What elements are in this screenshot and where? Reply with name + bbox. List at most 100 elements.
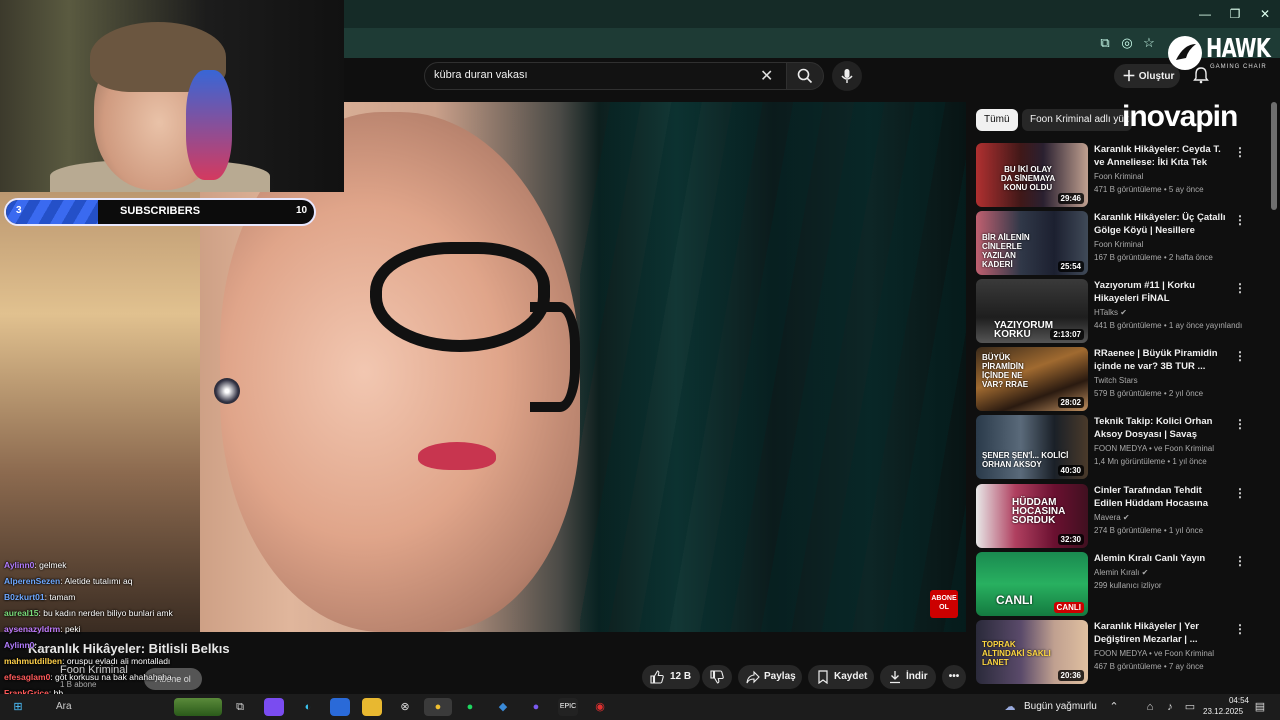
channel-name: Alemin Kıralı: [1094, 568, 1140, 577]
search-button[interactable]: [786, 62, 824, 90]
clear-search-icon[interactable]: ✕: [760, 66, 773, 86]
more-options-icon[interactable]: ⋮: [1234, 554, 1246, 568]
more-options-icon[interactable]: ⋮: [1234, 281, 1246, 295]
chat-username: efesaglam0: [4, 672, 51, 682]
chat-username: Aylinn0: [4, 560, 35, 570]
start-button[interactable]: ⊞: [8, 698, 28, 716]
volume-icon[interactable]: ♪: [1160, 698, 1180, 716]
recommendation-item[interactable]: BU İKİ OLAY DA SİNEMAYA KONU OLDU 29:46 …: [976, 143, 1266, 207]
more-icon: •••: [948, 671, 960, 682]
chat-username: Aylinn0: [4, 640, 35, 650]
abone-ol-watermark[interactable]: ABONE OL: [930, 590, 958, 618]
thumbs-up-icon: [650, 670, 664, 684]
sidebar-scrollbar[interactable]: [1271, 102, 1277, 210]
like-button[interactable]: 12 B: [642, 665, 700, 689]
task-view-icon[interactable]: ⧉: [230, 698, 250, 716]
spotify-icon[interactable]: ●: [460, 698, 480, 716]
more-options-icon[interactable]: ⋮: [1234, 486, 1246, 500]
recommendation-title: Karanlık Hikâyeler: Üç Çatallı Gölge Köy…: [1094, 212, 1226, 236]
video-thumbnail[interactable]: BİR AİLENİN CİNLERLE YAZILAN KADERİ 25:5…: [976, 211, 1088, 275]
search-icon: [797, 68, 813, 84]
more-options-icon[interactable]: ⋮: [1234, 213, 1246, 227]
recommendation-meta: 274 B görüntüleme • 1 yıl önce: [1094, 526, 1204, 535]
video-thumbnail[interactable]: YAZIYORUM KORKU 2:13:07: [976, 279, 1088, 343]
taskbar-widget-image[interactable]: [174, 698, 222, 716]
xbox-icon[interactable]: ⊗: [395, 698, 415, 716]
video-frame-earring: [214, 378, 240, 404]
more-options-icon[interactable]: ⋮: [1234, 349, 1246, 363]
chip-foon-kriminal[interactable]: Foon Kriminal adlı yük: [1022, 109, 1132, 131]
tracking-protection-icon[interactable]: ◎: [1118, 34, 1136, 52]
save-button[interactable]: Kaydet: [808, 665, 874, 689]
chat-message: Aylinn0: ...: [4, 640, 46, 650]
recommendation-item[interactable]: BİR AİLENİN CİNLERLE YAZILAN KADERİ 25:5…: [976, 211, 1266, 275]
recommendation-item[interactable]: CANLI CANLI Alemin Kıralı Canlı Yayın Al…: [976, 552, 1266, 616]
edge-icon[interactable]: ◐: [298, 698, 318, 716]
network-icon[interactable]: ⌂: [1140, 698, 1160, 716]
clock-time[interactable]: 04:54: [1213, 696, 1249, 705]
like-count: 12 B: [670, 671, 692, 682]
more-options-icon[interactable]: ⋮: [1234, 622, 1246, 636]
recommendation-title: Teknik Takip: Kolici Orhan Aksoy Dosyası…: [1094, 416, 1213, 440]
recommendation-item[interactable]: BÜYÜK PİRAMİDİN İÇİNDE NE VAR? RRAE 28:0…: [976, 347, 1266, 411]
chat-message: mahmutdilben: oruspu evladı ali montalla…: [4, 656, 170, 666]
recommendation-channel: Foon Kriminal: [1094, 240, 1144, 249]
video-frame-background: [580, 102, 966, 632]
taskbar-search[interactable]: Ara: [56, 701, 72, 712]
recommendation-item[interactable]: YAZIYORUM KORKU 2:13:07 Yazıyorum #11 | …: [976, 279, 1266, 343]
recommendation-title: Karanlık Hikâyeler | Yer Değiştiren Meza…: [1094, 621, 1199, 645]
minimize-button[interactable]: —: [1190, 4, 1220, 24]
thumbnail-caption: BU İKİ OLAY DA SİNEMAYA KONU OLDU: [1000, 165, 1056, 192]
install-app-icon[interactable]: ⧉: [1096, 34, 1114, 52]
bookmark-star-icon[interactable]: ☆: [1140, 34, 1158, 52]
video-thumbnail[interactable]: ŞENER ŞEN'İ... KOLİCİ ORHAN AKSOY 40:30: [976, 415, 1088, 479]
recommendation-item[interactable]: HÜDDAM HOCASINA SORDUK 32:30 Cinler Tara…: [976, 484, 1266, 548]
chrome-icon[interactable]: ●: [424, 698, 452, 716]
clock-date[interactable]: 23.12.2025: [1203, 707, 1243, 716]
thumbs-down-icon: [710, 670, 724, 684]
search-query[interactable]: kübra duran vakası: [434, 69, 528, 81]
file-explorer-icon[interactable]: [362, 698, 382, 716]
chat-message: efesaglam0: göt korkusu na bak ahahahaha: [4, 672, 172, 682]
recommendation-meta: 441 B görüntüleme • 1 ay önce yayınlandı: [1094, 321, 1243, 330]
download-icon: [890, 671, 900, 684]
more-options-icon[interactable]: ⋮: [1234, 417, 1246, 431]
epic-games-icon[interactable]: EPIC: [558, 698, 578, 716]
subscriber-count: 3: [16, 205, 22, 216]
battery-icon[interactable]: ▭: [1180, 698, 1200, 716]
discord-icon[interactable]: ●: [526, 698, 546, 716]
bookmark-icon: [818, 670, 828, 684]
mail-icon[interactable]: [330, 698, 350, 716]
chat-username: B0zkurt01: [4, 592, 45, 602]
chat-message: AlperenSezen: Aletide tutalımı aq: [4, 576, 133, 586]
stream-chat: Aylinn0: gelmek AlperenSezen: Aletide tut…: [0, 560, 330, 714]
chip-all[interactable]: Tümü: [976, 109, 1018, 131]
dislike-button[interactable]: [702, 665, 732, 689]
tray-chevron-icon[interactable]: ⌃: [1104, 698, 1124, 716]
video-thumbnail[interactable]: BÜYÜK PİRAMİDİN İÇİNDE NE VAR? RRAE 28:0…: [976, 347, 1088, 411]
weather-label[interactable]: Bugün yağmurlu: [1024, 701, 1097, 712]
recommendation-item[interactable]: ŞENER ŞEN'İ... KOLİCİ ORHAN AKSOY 40:30 …: [976, 415, 1266, 479]
recommendation-item[interactable]: TOPRAK ALTINDAKİ SAKLI LANET 20:36 Karan…: [976, 620, 1266, 684]
obs-icon[interactable]: ◉: [590, 698, 610, 716]
voice-search-button[interactable]: [832, 61, 862, 91]
app-icon[interactable]: ◆: [493, 698, 513, 716]
more-actions-button[interactable]: •••: [942, 665, 966, 689]
download-button[interactable]: İndir: [880, 665, 936, 689]
close-window-button[interactable]: ✕: [1250, 4, 1280, 24]
save-label: Kaydet: [834, 671, 868, 682]
notification-center-icon[interactable]: ▤: [1250, 698, 1270, 716]
video-thumbnail[interactable]: HÜDDAM HOCASINA SORDUK 32:30: [976, 484, 1088, 548]
hawk-emblem-icon: [1168, 36, 1202, 70]
hawk-subtitle: GAMING CHAIR: [1210, 64, 1267, 70]
maximize-button[interactable]: ❐: [1220, 4, 1250, 24]
video-thumbnail[interactable]: CANLI CANLI: [976, 552, 1088, 616]
video-frame-glasses-arm: [530, 302, 580, 412]
more-options-icon[interactable]: ⋮: [1234, 145, 1246, 159]
share-button[interactable]: Paylaş: [738, 665, 802, 689]
recommendation-title: Alemin Kıralı Canlı Yayın: [1094, 553, 1206, 564]
video-thumbnail[interactable]: TOPRAK ALTINDAKİ SAKLI LANET 20:36: [976, 620, 1088, 684]
chat-text: : bu kadın nerden biliyo bunlari amk: [38, 608, 173, 618]
copilot-icon[interactable]: [264, 698, 284, 716]
video-thumbnail[interactable]: BU İKİ OLAY DA SİNEMAYA KONU OLDU 29:46: [976, 143, 1088, 207]
